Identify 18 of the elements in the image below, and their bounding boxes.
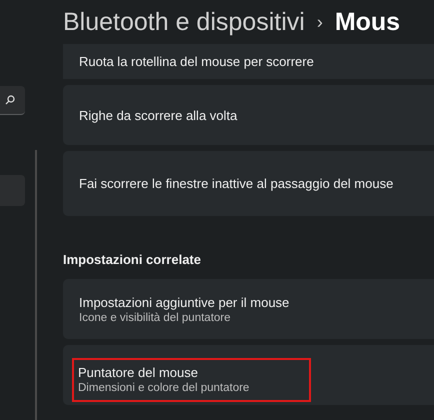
setting-card[interactable]: Ruota la rotellina del mouse per scorrere <box>63 44 434 79</box>
setting-title: Impostazioni aggiuntive per il mouse <box>79 294 290 310</box>
setting-card[interactable]: Righe da scorrere alla volta <box>63 85 434 145</box>
setting-title: Righe da scorrere alla volta <box>79 108 238 122</box>
page-title: Mous <box>334 8 400 36</box>
setting-description: Icone e visibilità del puntatore <box>79 312 232 324</box>
breadcrumb-separator: › <box>316 12 323 32</box>
section-heading: Impostazioni correlate <box>63 252 202 267</box>
setting-card[interactable]: Puntatore del mouse Dimensioni e colore del puntatore <box>63 345 434 405</box>
search-icon <box>5 95 15 105</box>
search-field[interactable] <box>0 86 25 115</box>
setting-title: Puntatore del mouse <box>78 365 199 380</box>
setting-title: Fai scorrere le finestre inattive al passaggio del mouse <box>79 176 394 191</box>
setting-card[interactable]: Impostazioni aggiuntive per il mouse Icone e visibilità del puntatore <box>63 279 434 339</box>
breadcrumb-link[interactable]: Bluetooth e dispositivi <box>63 8 305 36</box>
setting-card[interactable]: Fai scorrere le finestre inattive al passaggio del mouse <box>63 151 434 216</box>
setting-description: Dimensioni e colore del puntatore <box>78 382 250 394</box>
setting-title: Ruota la rotellina del mouse per scorrere <box>79 54 314 69</box>
